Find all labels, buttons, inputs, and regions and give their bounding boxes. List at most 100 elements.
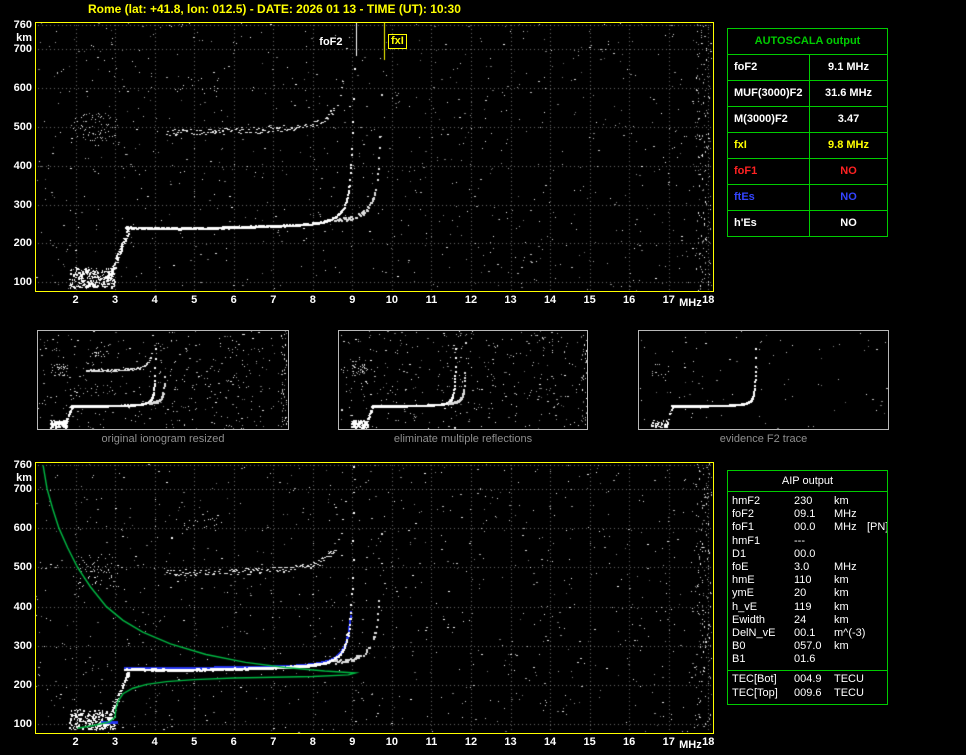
parameter-extra <box>867 574 887 587</box>
y-tick-label: 600 <box>13 522 32 535</box>
parameter-label: ymE <box>732 587 754 600</box>
parameter-unit: km <box>834 495 849 507</box>
x-tick-label: 12 <box>464 294 478 306</box>
x-tick-label: 3 <box>112 736 119 748</box>
x-tick-label: 8 <box>309 736 316 748</box>
parameter-value: 00.0 <box>794 547 816 560</box>
aip-output-panel: AIP output hmF2 230 km foF2 09.1 MHz foF1 00.0 M… <box>727 470 888 705</box>
autoscala-table-body: foF2 9.1 MHz MUF(3000)F2 31.6 MHz M(3000)F2 3… <box>728 54 887 236</box>
x-tick-label: 14 <box>543 736 557 748</box>
y-tick-label: 100 <box>13 276 32 289</box>
aip-row: h_vE 119 km <box>728 601 887 614</box>
parameter-label: TEC[Top] <box>732 686 778 699</box>
y-tick-label: 760 <box>13 459 32 472</box>
x-tick-label: 4 <box>151 736 158 748</box>
autoscala-row: M(3000)F2 3.47 <box>728 106 887 132</box>
x-tick-label: 14 <box>543 294 557 306</box>
aip-tec-body: TEC[Bot] 004.9 TECU TEC[Top] 009.6 TECU <box>728 672 887 703</box>
thumbnail-canvas-original <box>38 331 288 429</box>
x-tick-label: 9 <box>349 736 356 748</box>
thumbnail-multiple-reflections <box>338 330 588 430</box>
autoscala-row: foF2 9.1 MHz <box>728 54 887 80</box>
x-tick-label: 15 <box>583 294 596 306</box>
parameter-extra <box>867 548 887 561</box>
parameter-extra <box>867 587 887 600</box>
parameter-label: foF2 <box>732 508 755 521</box>
parameter-label: M(3000)F2 <box>728 107 810 132</box>
parameter-unit: MHz <box>834 560 857 573</box>
aip-tec-divider <box>728 670 887 672</box>
parameter-label: D1 <box>732 547 747 560</box>
aip-row: D1 00.0 <box>728 548 887 561</box>
parameter-label: ftEs <box>728 185 810 210</box>
parameter-value: 24 <box>794 613 807 626</box>
parameter-unit: km <box>834 587 849 600</box>
parameter-label: MUF(3000)F2 <box>728 81 810 106</box>
autoscala-panel-title: AUTOSCALA output <box>754 35 861 47</box>
station-date-title: Rome (lat: +41.8, lon: 012.5) - DATE: 20… <box>88 2 461 16</box>
parameter-value: 004.9 <box>794 673 822 686</box>
x-tick-label: 11 <box>425 736 438 748</box>
parameter-extra <box>867 627 887 640</box>
aip-panel-title: AIP output <box>728 471 887 492</box>
autoscala-row: MUF(3000)F2 31.6 MHz <box>728 80 887 106</box>
aip-row: foF2 09.1 MHz <box>728 508 887 521</box>
autoscala-row: fxI 9.8 MHz <box>728 132 887 158</box>
parameter-value: 00.1 <box>794 626 816 639</box>
x-tick-label: 10 <box>385 736 399 748</box>
parameter-unit: m^(-3) <box>834 626 866 639</box>
fof2-marker-label: foF2 <box>319 36 343 48</box>
parameter-value: 00.0 <box>794 521 816 534</box>
parameter-value: NO <box>840 217 857 229</box>
parameter-unit: MHz <box>834 521 857 534</box>
x-tick-label: 2 <box>72 736 79 748</box>
y-tick-label: 400 <box>13 600 32 613</box>
parameter-extra <box>867 535 887 548</box>
x-tick-label: 5 <box>191 294 198 306</box>
y-tick-label: 500 <box>13 561 32 574</box>
parameter-value: 20 <box>794 587 807 600</box>
aip-row: TEC[Top] 009.6 TECU <box>728 687 887 700</box>
parameter-value: 09.1 <box>794 508 816 521</box>
y-tick-label: 760 <box>13 19 32 32</box>
parameter-unit: MHz <box>834 508 857 521</box>
x-tick-label: 13 <box>504 736 517 748</box>
thumbnail-caption-original: original ionogram resized <box>101 433 225 445</box>
x-tick-label: 13 <box>504 294 517 306</box>
aip-row: Ewidth 24 km <box>728 614 887 627</box>
ionogram-canvas-bottom <box>36 463 713 733</box>
parameter-unit: TECU <box>834 673 864 686</box>
aip-table-body: hmF2 230 km foF2 09.1 MHz foF1 00.0 MHz [PN] hmF1 -… <box>728 492 887 668</box>
autoscala-window: Rome (lat: +41.8, lon: 012.5) - DATE: 20… <box>0 0 966 755</box>
x-tick-label: 15 <box>583 736 596 748</box>
x-tick-label: 2 <box>72 294 79 306</box>
x-tick-label: 3 <box>112 294 119 306</box>
y-tick-label: 700 <box>13 482 32 495</box>
autoscala-output-panel: AUTOSCALA output foF2 9.1 MHz MUF(3000)F2 3… <box>727 28 888 237</box>
parameter-label: h_vE <box>732 600 758 613</box>
y-tick-label: 600 <box>13 81 32 94</box>
parameter-value: 230 <box>794 495 813 507</box>
aip-row: TEC[Bot] 004.9 TECU <box>728 673 887 686</box>
thumbnail-caption-reflections: eliminate multiple reflections <box>393 433 533 445</box>
parameter-value: 057.0 <box>794 640 822 653</box>
x-axis-unit-label: MHz <box>679 297 702 309</box>
aip-row: hmF2 230 km <box>728 495 887 508</box>
parameter-label: foF1 <box>728 159 810 184</box>
x-tick-label: 6 <box>230 736 237 748</box>
aip-row: foE 3.0 MHz <box>728 561 887 574</box>
parameter-label: fxI <box>728 133 810 158</box>
parameter-extra <box>867 508 887 521</box>
x-tick-label: 10 <box>385 294 399 306</box>
y-tick-label: 200 <box>13 679 32 692</box>
parameter-unit: km <box>834 600 849 613</box>
parameter-label: foE <box>732 560 749 573</box>
x-tick-label: 16 <box>623 736 636 748</box>
parameter-unit: TECU <box>834 686 864 699</box>
aip-row: hmE 110 km <box>728 574 887 587</box>
parameter-unit: km <box>834 640 849 653</box>
parameter-extra <box>867 673 887 686</box>
fxi-marker-label: fxI <box>387 34 407 49</box>
parameter-label: h'Es <box>728 211 810 236</box>
y-tick-label: 200 <box>13 237 32 250</box>
